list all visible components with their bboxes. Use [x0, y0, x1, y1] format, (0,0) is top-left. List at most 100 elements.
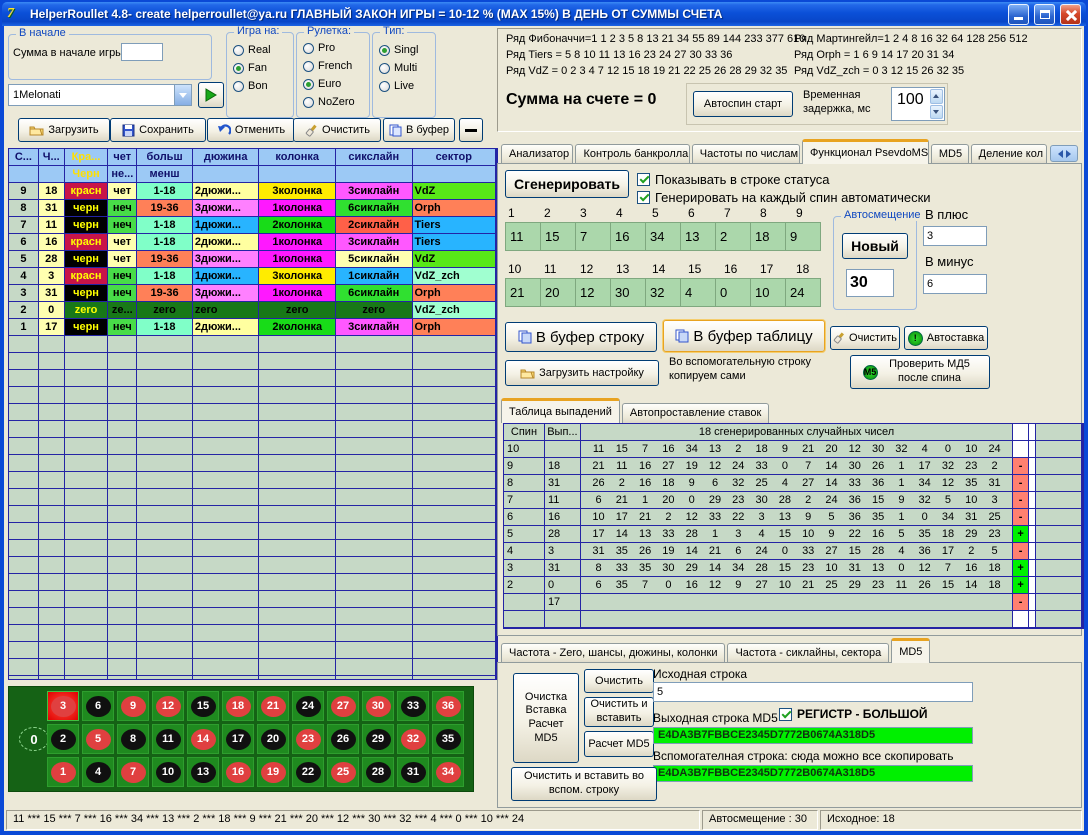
- md5-clear-paste-button[interactable]: Очистить и вставить: [584, 697, 654, 727]
- radio-French[interactable]: French: [303, 57, 369, 75]
- board-number-17[interactable]: 17: [222, 724, 254, 754]
- board-number-20[interactable]: 20: [257, 724, 289, 754]
- tab-Частота - Zero, шансы, дюжины, колонки[interactable]: Частота - Zero, шансы, дюжины, колонки: [501, 643, 725, 663]
- tab-Автопроставление ставок[interactable]: Автопроставление ставок: [622, 403, 769, 423]
- check-md5-button[interactable]: М5 Проверить МД5 после спина: [850, 355, 990, 389]
- save-button[interactable]: Сохранить: [110, 118, 206, 142]
- board-number-15[interactable]: 15: [187, 691, 219, 721]
- delay-spinner[interactable]: 100: [891, 87, 945, 121]
- autobet-button[interactable]: ! Автоставка: [904, 326, 988, 350]
- board-number-26[interactable]: 26: [327, 724, 359, 754]
- minimize-button[interactable]: [1008, 4, 1029, 25]
- board-number-5[interactable]: 5: [82, 724, 114, 754]
- src-input[interactable]: [653, 682, 973, 702]
- board-number-4[interactable]: 4: [82, 757, 114, 787]
- radio-Euro[interactable]: Euro: [303, 75, 369, 93]
- board-number-6[interactable]: 6: [82, 691, 114, 721]
- radio-Pro[interactable]: Pro: [303, 39, 369, 57]
- board-number-28[interactable]: 28: [362, 757, 394, 787]
- radio-icon: [233, 63, 244, 74]
- spinner-up-button[interactable]: [930, 89, 943, 104]
- load-button[interactable]: Загрузить: [18, 118, 110, 142]
- tab-Деление кол[interactable]: Деление кол: [971, 144, 1047, 164]
- board-number-23[interactable]: 23: [292, 724, 324, 754]
- show-status-checkbox[interactable]: Показывать в строке статуса: [637, 172, 830, 187]
- tab-Анализатор[interactable]: Анализатор: [501, 144, 573, 164]
- md5-clear-button[interactable]: Очистить: [584, 669, 654, 693]
- board-number-27[interactable]: 27: [327, 691, 359, 721]
- start-sum-input[interactable]: [121, 43, 163, 61]
- board-number-24[interactable]: 24: [292, 691, 324, 721]
- tab-Функционал PsevdoMS[interactable]: Функционал PsevdoMS: [802, 139, 929, 164]
- tab-scroll-buttons[interactable]: [1050, 145, 1078, 162]
- new-button[interactable]: Новый: [842, 233, 908, 259]
- clear-button[interactable]: Очистить: [293, 118, 381, 142]
- combo-dropdown-button[interactable]: [174, 85, 191, 105]
- board-number-8[interactable]: 8: [117, 724, 149, 754]
- tab-Частота - сиклайны, сектора[interactable]: Частота - сиклайны, сектора: [727, 643, 889, 663]
- clear-small-button[interactable]: Очистить: [830, 326, 900, 350]
- board-number-14[interactable]: 14: [187, 724, 219, 754]
- number-chip: 7: [121, 762, 146, 783]
- board-number-7[interactable]: 7: [117, 757, 149, 787]
- board-number-32[interactable]: 32: [397, 724, 429, 754]
- radio-Live[interactable]: Live: [379, 77, 435, 95]
- close-button[interactable]: [1060, 4, 1081, 25]
- radio-Fan[interactable]: Fan: [233, 59, 293, 77]
- tab-Таблица выпадений[interactable]: Таблица выпадений: [501, 398, 620, 423]
- board-number-29[interactable]: 29: [362, 724, 394, 754]
- tab-MD5[interactable]: MD5: [891, 638, 930, 663]
- board-number-34[interactable]: 34: [432, 757, 464, 787]
- board-number-35[interactable]: 35: [432, 724, 464, 754]
- radio-NoZero[interactable]: NoZero: [303, 93, 369, 111]
- autoshift-value[interactable]: 30: [846, 269, 894, 297]
- play-button[interactable]: [198, 82, 224, 108]
- md5-aux-field[interactable]: E4DA3B7FBBCE2345D7772B0674A318D5: [653, 765, 973, 782]
- board-number-21[interactable]: 21: [257, 691, 289, 721]
- cell: [137, 438, 193, 455]
- board-number-10[interactable]: 10: [152, 757, 184, 787]
- md5-big-button[interactable]: Очистка Вставка Расчет MD5: [513, 673, 579, 763]
- board-number-18[interactable]: 18: [222, 691, 254, 721]
- radio-Multi[interactable]: Multi: [379, 59, 435, 77]
- board-number-13[interactable]: 13: [187, 757, 219, 787]
- board-number-22[interactable]: 22: [292, 757, 324, 787]
- board-number-12[interactable]: 12: [152, 691, 184, 721]
- board-number-11[interactable]: 11: [152, 724, 184, 754]
- board-number-33[interactable]: 33: [397, 691, 429, 721]
- tab-Контроль банкролла[interactable]: Контроль банкролла: [575, 144, 689, 164]
- collapse-button[interactable]: [459, 118, 483, 142]
- profile-select[interactable]: 1Melonati: [8, 84, 192, 106]
- board-number-30[interactable]: 30: [362, 691, 394, 721]
- plus-input[interactable]: [923, 226, 987, 246]
- uppercase-checkbox[interactable]: РЕГИСТР - БОЛЬШОЙ: [779, 707, 928, 721]
- board-number-2[interactable]: 2: [47, 724, 79, 754]
- tab-Частоты по числам[interactable]: Частоты по числам: [692, 144, 800, 164]
- undo-button[interactable]: Отменить: [207, 118, 295, 142]
- board-number-16[interactable]: 16: [222, 757, 254, 787]
- minus-input[interactable]: [923, 274, 987, 294]
- board-zero[interactable]: 0: [17, 724, 51, 754]
- board-number-36[interactable]: 36: [432, 691, 464, 721]
- board-number-9[interactable]: 9: [117, 691, 149, 721]
- board-number-31[interactable]: 31: [397, 757, 429, 787]
- board-number-1[interactable]: 1: [47, 757, 79, 787]
- radio-Singl[interactable]: Singl: [379, 41, 435, 59]
- generate-button[interactable]: Сгенерировать: [505, 170, 629, 198]
- auto-generate-checkbox[interactable]: Генерировать на каждый спин автоматическ…: [637, 190, 931, 205]
- md5-clear-paste-aux-button[interactable]: Очистить и вставить во вспом. строку: [511, 767, 657, 801]
- radio-Bon[interactable]: Bon: [233, 77, 293, 95]
- board-number-19[interactable]: 19: [257, 757, 289, 787]
- tab-MD5[interactable]: MD5: [931, 144, 969, 164]
- load-settings-button[interactable]: Загрузить настройку: [505, 360, 659, 386]
- buffer-table-button[interactable]: В буфер таблицу: [663, 320, 825, 352]
- board-number-25[interactable]: 25: [327, 757, 359, 787]
- maximize-button[interactable]: [1034, 4, 1055, 25]
- buffer-row-button[interactable]: В буфер строку: [505, 322, 657, 352]
- to-buffer-button[interactable]: В буфер: [383, 118, 455, 142]
- board-number-3[interactable]: 3: [47, 691, 79, 721]
- autospin-start-button[interactable]: Автоспин старт: [693, 91, 793, 117]
- radio-Real[interactable]: Real: [233, 41, 293, 59]
- md5-calc-button[interactable]: Расчет MD5: [584, 731, 654, 757]
- spinner-down-button[interactable]: [930, 105, 943, 120]
